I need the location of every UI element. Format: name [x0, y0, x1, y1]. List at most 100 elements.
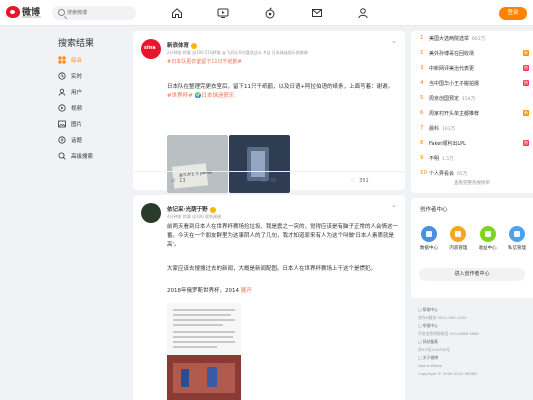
creator-income-center[interactable]: 收益中心 — [476, 226, 500, 251]
creator-center-title: 创作者中心 — [420, 207, 448, 213]
creator-center-panel: 创作者中心 数据中心 内容管理 收益中心 私信管理 进入创作者中心 — [411, 198, 533, 298]
post-topic-link[interactable]: #日本队更衣室留下11只千纸鹤# — [167, 58, 242, 65]
post-meta: 4分钟前 转载 自100 收到谢谢 — [167, 214, 221, 219]
hot-title: Faker顺利出LPL — [429, 141, 466, 147]
weibo-logo[interactable]: 微博 weibo.com — [6, 5, 46, 21]
message-icon[interactable] — [310, 6, 324, 20]
hot-rank: 6 — [420, 110, 424, 116]
hot-search-item[interactable]: 10 个人弄看会 65万 — [411, 166, 533, 181]
sidebar-item-image[interactable]: 图片 — [52, 116, 122, 132]
hot-title-wrap: 美外孙博哥在回收场 — [429, 50, 477, 57]
view-all-hot-link[interactable]: 查看完整热搜榜单 — [411, 180, 533, 186]
hot-search-item[interactable]: 5 周京创国预定 154万 — [411, 91, 533, 106]
post-actions: ⇄ 13 ▭ 85 ♡ 351 — [133, 171, 405, 190]
expand-link[interactable]: 展开 — [241, 288, 252, 294]
hot-title: 当中国华小王子搬拍摄 — [429, 81, 480, 87]
hot-search-item[interactable]: 8 Faker顺利出LPL 热 — [411, 136, 533, 151]
hot-search-panel: 1 美国大选两院选举 663万 2 美外孙博哥在回收场新 3 中新网评美治代表更热 4 当中国华… — [411, 31, 533, 193]
realtime-icon — [58, 72, 66, 80]
creator-item-label: 内容管理 — [449, 246, 468, 251]
text-line — [173, 341, 235, 343]
hot-rank: 5 — [420, 95, 424, 101]
sidebar-item-label: 图片 — [71, 122, 83, 128]
login-button[interactable]: 登录 — [499, 7, 527, 20]
hot-search-item[interactable]: 4 当中国华小王子搬拍摄 热 — [411, 76, 533, 91]
hot-search-item[interactable]: 2 美外孙博哥在回收场 新 — [411, 46, 533, 61]
site-footer: ▢ 帮助中心 合作&服务 0022-265-1920 ▢ 举报中心 不良信息举报… — [418, 307, 530, 379]
hot-title-wrap: Faker顺利出LPL — [429, 140, 469, 147]
sidebar-item-user[interactable]: 用户 — [52, 84, 122, 100]
enter-creator-center-button[interactable]: 进入创作者中心 — [419, 268, 525, 281]
hot-rank: 7 — [420, 125, 424, 131]
comment-button[interactable]: ▭ 85 — [224, 172, 315, 190]
like-icon: ♡ — [350, 178, 356, 184]
search-icon — [58, 9, 65, 16]
comment-icon: ▭ — [261, 178, 267, 184]
sidebar-item-advanced-search[interactable]: 高级搜索 — [52, 148, 122, 164]
search-sidebar: 搜索结果 综合 实时 用户 视频 图片 # 话题 高级搜索 — [48, 26, 126, 400]
video-icon[interactable] — [216, 6, 230, 20]
profile-icon[interactable] — [356, 6, 370, 20]
post-author[interactable]: 新浪体育 — [167, 41, 198, 49]
footer-line: 京ICP证100780号 — [418, 347, 450, 352]
sidebar-title: 搜索结果 — [58, 39, 95, 49]
creator-item-label: 私信管理 — [507, 246, 526, 251]
hot-title: 美国大选两院选举 — [429, 36, 470, 42]
hot-title-wrap: 当中国华小王子搬拍摄 — [429, 80, 482, 87]
text-line — [173, 336, 233, 338]
like-count: 351 — [359, 178, 369, 184]
sidebar-item-topic[interactable]: # 话题 — [52, 132, 122, 148]
repost-count: 13 — [179, 178, 186, 184]
creator-message-manage[interactable]: 私信管理 — [505, 226, 529, 251]
text-line — [173, 346, 217, 348]
footer-line[interactable]: ▢ 网站备案 — [418, 339, 530, 347]
hot-count: 65万 — [457, 172, 468, 177]
hot-search-item[interactable]: 6 周家村开头单主都推荐 新 — [411, 106, 533, 121]
footer-line[interactable]: ▢ 帮助中心 — [418, 307, 530, 315]
post-author[interactable]: 依记采·光荫于野 — [167, 205, 216, 213]
post-image[interactable] — [167, 303, 241, 363]
sidebar-item-all[interactable]: 综合 — [52, 52, 122, 68]
chevron-down-icon[interactable]: ⌄ — [391, 37, 399, 45]
hot-count: 1.5万 — [442, 157, 454, 162]
chevron-down-icon[interactable]: ⌄ — [391, 201, 399, 209]
sidebar-item-label: 实时 — [71, 74, 83, 80]
footer-line[interactable]: ▢ 举报中心 — [418, 323, 530, 331]
hot-count: 154万 — [462, 97, 476, 102]
hot-search-item[interactable]: 9 不明 1.5万 — [411, 151, 533, 166]
repost-button[interactable]: ⇄ 13 — [133, 172, 224, 190]
like-button[interactable]: ♡ 351 — [314, 172, 405, 190]
home-icon[interactable] — [170, 6, 184, 20]
footer-line[interactable]: ▢ 关于微博 — [418, 355, 530, 363]
hot-search-item[interactable]: 1 美国大选两院选举 663万 — [411, 31, 533, 46]
creator-data-center[interactable]: 数据中心 — [417, 226, 441, 251]
sidebar-item-video[interactable]: 视频 — [52, 100, 122, 116]
hot-search-item[interactable]: 3 中新网评美治代表更 热 — [411, 61, 533, 76]
creator-item-label: 收益中心 — [478, 246, 497, 251]
avatar[interactable] — [141, 203, 161, 223]
top-nav: 微博 weibo.com 登录 — [0, 0, 533, 26]
hot-title: 不明 — [429, 156, 440, 162]
post-image[interactable] — [167, 355, 241, 400]
hot-badge: 热 — [523, 65, 529, 71]
sidebar-item-label: 视频 — [71, 106, 83, 112]
fan-figure — [181, 369, 189, 387]
footer-line: 不良信息举报电话 010-6088 3888 — [418, 331, 479, 336]
search-box[interactable] — [52, 6, 136, 20]
hot-title: 周家村开头单主都推荐 — [429, 111, 480, 117]
creator-content-manage[interactable]: 内容管理 — [446, 226, 470, 251]
hot-icon[interactable] — [263, 6, 277, 20]
sidebar-item-realtime[interactable]: 实时 — [52, 68, 122, 84]
hot-rank: 9 — [420, 155, 424, 161]
footer-line: 合作&服务 0022-265-1920 — [418, 315, 467, 320]
hot-search-item[interactable]: 7 晨科 163万 — [411, 121, 533, 136]
vip-badge-icon — [191, 42, 198, 49]
advanced-search-icon — [58, 152, 66, 160]
text-line — [173, 319, 235, 321]
hot-title-wrap: 不明 1.5万 — [429, 155, 454, 162]
post-hashtag-link[interactable]: #世界杯# 🌍日本球迷很乐 — [167, 93, 234, 99]
weibo-post-card: 依记采·光荫于野 4分钟前 转载 自100 收到谢谢 ⌄ 前两天看到日本人在世界… — [133, 195, 405, 400]
video-icon — [58, 104, 66, 112]
search-input[interactable] — [67, 8, 131, 18]
avatar[interactable]: sina — [141, 39, 161, 59]
